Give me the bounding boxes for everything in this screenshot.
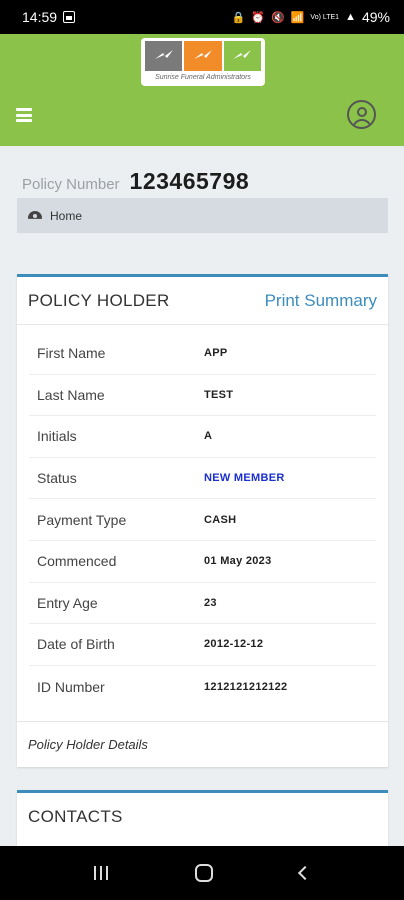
row-label: Commenced — [37, 553, 117, 570]
mute-icon: 🔇 — [271, 11, 285, 24]
status-bar: 14:59 🔒 ⏰ 🔇 📶 Vo) LTE1 ▲ 49% — [0, 0, 404, 34]
policy-holder-header: POLICY HOLDER Print Summary — [17, 277, 388, 325]
policy-number-value: 123465798 — [129, 168, 250, 194]
logo-bird-green-icon — [223, 41, 261, 71]
policy-holder-card: POLICY HOLDER Print Summary First Name A… — [17, 274, 388, 767]
status-time: 14:59 — [22, 9, 58, 25]
network-label: Vo) LTE1 — [310, 13, 340, 21]
back-icon[interactable] — [298, 865, 313, 881]
table-row: Date of Birth 2012-12-12 — [29, 624, 376, 666]
contacts-header: CONTACTS — [17, 793, 388, 841]
row-label: Status — [37, 470, 77, 487]
contacts-card: CONTACTS — [17, 790, 388, 846]
row-value: 23 — [204, 596, 217, 609]
logo-bird-orange-icon — [184, 41, 222, 71]
table-row: Status NEW MEMBER — [29, 458, 376, 500]
hamburger-menu-icon[interactable] — [16, 108, 32, 122]
logo-text: Sunrise Funeral Administrators — [155, 74, 251, 81]
breadcrumb: Home — [17, 198, 388, 233]
table-row: Payment Type CASH — [29, 499, 376, 541]
user-avatar-icon[interactable] — [347, 100, 376, 129]
table-row: Last Name TEST — [29, 375, 376, 417]
lock-icon: 🔒 — [231, 11, 246, 24]
row-value: A — [204, 430, 213, 443]
contacts-title: CONTACTS — [28, 807, 123, 826]
table-row: ID Number 1212121212122 — [29, 666, 376, 708]
table-row: Initials A — [29, 416, 376, 458]
row-label: ID Number — [37, 678, 105, 695]
logo-bird-grey-icon — [145, 41, 183, 71]
row-value: TEST — [204, 388, 234, 401]
table-row: Commenced 01 May 2023 — [29, 541, 376, 583]
row-label: Date of Birth — [37, 636, 115, 653]
row-value: CASH — [204, 513, 237, 526]
gallery-notification-icon — [63, 11, 76, 23]
battery-level: 49% — [361, 9, 390, 25]
system-navigation-bar — [0, 846, 404, 900]
policy-holder-footer: Policy Holder Details — [17, 721, 388, 767]
policy-number-label: Policy Number — [22, 176, 120, 193]
signal-icon: ▲ — [345, 11, 356, 23]
policy-holder-title: POLICY HOLDER — [28, 290, 170, 310]
status-badge: NEW MEMBER — [204, 472, 285, 485]
breadcrumb-home-link[interactable]: Home — [50, 209, 82, 223]
alarm-icon: ⏰ — [251, 11, 265, 24]
row-label: Entry Age — [37, 594, 98, 611]
main-content: Policy Number 123465798 Home POLICY HOLD… — [0, 146, 404, 846]
table-row: First Name APP — [29, 333, 376, 375]
row-value: 2012-12-12 — [204, 638, 264, 651]
row-label: Payment Type — [37, 511, 127, 528]
row-label: Initials — [37, 428, 77, 445]
row-value: APP — [204, 347, 228, 360]
policy-number-line: Policy Number 123465798 — [22, 168, 249, 195]
app-bar: Sunrise Funeral Administrators — [0, 34, 404, 146]
wifi-icon: 📶 — [290, 11, 305, 24]
row-label: First Name — [37, 345, 106, 362]
row-value: 01 May 2023 — [204, 555, 272, 568]
dashboard-icon — [28, 211, 42, 221]
row-value: 1212121212122 — [204, 680, 288, 693]
table-row: Entry Age 23 — [29, 583, 376, 625]
app-logo: Sunrise Funeral Administrators — [141, 38, 265, 86]
home-icon[interactable] — [194, 864, 213, 882]
print-summary-link[interactable]: Print Summary — [265, 291, 377, 311]
row-label: Last Name — [37, 386, 105, 403]
recent-apps-icon[interactable] — [93, 866, 108, 880]
policy-holder-details-table: First Name APP Last Name TEST Initials A… — [17, 325, 388, 707]
